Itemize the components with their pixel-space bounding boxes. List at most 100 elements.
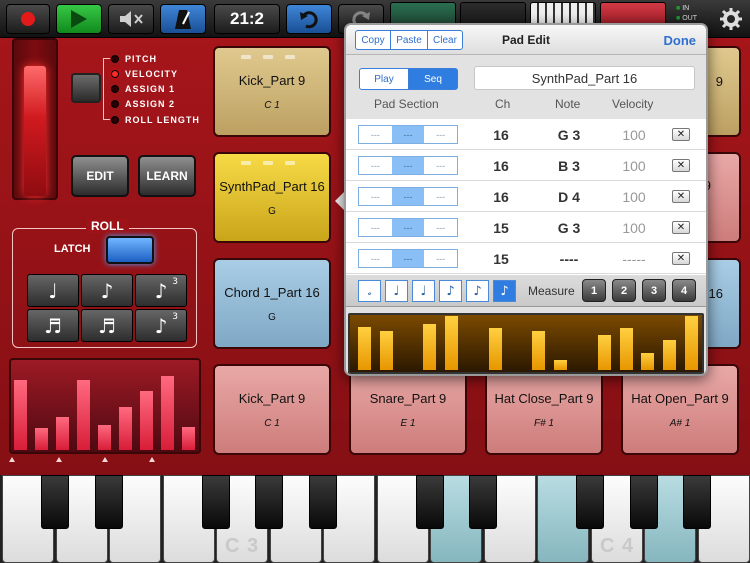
black-key[interactable] xyxy=(683,475,711,529)
mute-button[interactable] xyxy=(108,4,154,34)
pad-7[interactable]: Hat Open_Part 9 A# 1 xyxy=(621,364,739,455)
pad-section-selector[interactable]: --- --- --- xyxy=(358,218,458,237)
velocity-value[interactable]: 100 xyxy=(614,158,654,174)
delete-row-button[interactable]: ✕ xyxy=(672,128,690,141)
channel-value[interactable]: 16 xyxy=(486,189,516,205)
pad-section-selector[interactable]: --- --- --- xyxy=(358,125,458,144)
settings-button[interactable] xyxy=(716,4,746,34)
section-segment[interactable]: --- xyxy=(391,126,425,143)
learn-button[interactable]: LEARN xyxy=(138,155,196,197)
black-key[interactable] xyxy=(415,475,444,529)
step-bar[interactable] xyxy=(488,328,502,370)
latch-toggle[interactable] xyxy=(106,236,154,264)
pad-section-selector[interactable]: --- --- --- xyxy=(358,187,458,206)
step-bar[interactable] xyxy=(597,335,611,370)
section-segment[interactable]: --- xyxy=(424,126,457,143)
step-bar[interactable] xyxy=(554,360,568,370)
measure-button[interactable]: 2 xyxy=(612,279,636,302)
velocity-value[interactable]: 100 xyxy=(614,189,654,205)
roll-quarter-button[interactable]: ♩ xyxy=(27,274,79,307)
step-bar[interactable] xyxy=(685,316,698,370)
step-bar[interactable] xyxy=(663,340,677,370)
section-segment[interactable]: --- xyxy=(391,157,425,174)
delete-row-button[interactable]: ✕ xyxy=(672,221,690,234)
step-bar[interactable] xyxy=(641,353,655,370)
section-segment[interactable]: --- xyxy=(424,250,457,267)
expression-slider[interactable] xyxy=(12,38,58,200)
note-value[interactable]: G 3 xyxy=(546,220,592,236)
black-key[interactable] xyxy=(576,475,604,529)
step-bar[interactable] xyxy=(423,324,437,370)
black-key[interactable] xyxy=(629,475,658,529)
play-mode-tab[interactable]: Play xyxy=(359,68,409,90)
roll-eighth-button[interactable]: ♪ xyxy=(81,274,133,307)
pad-section-selector[interactable]: --- --- --- xyxy=(358,249,458,268)
note-value[interactable]: G 3 xyxy=(546,127,592,143)
black-key[interactable] xyxy=(41,475,69,529)
delete-row-button[interactable]: ✕ xyxy=(672,190,690,203)
channel-value[interactable]: 15 xyxy=(486,251,516,267)
param-assign-1[interactable]: ASSIGN 1 xyxy=(111,84,175,94)
step-bar[interactable] xyxy=(619,328,633,370)
channel-value[interactable]: 16 xyxy=(486,127,516,143)
note-value-button[interactable]: 𝅗 xyxy=(358,280,381,302)
note-value-button[interactable]: ♪ xyxy=(466,280,489,302)
undo-button[interactable] xyxy=(286,4,332,34)
black-key[interactable] xyxy=(201,475,230,529)
pad-5[interactable]: Snare_Part 9 E 1 xyxy=(349,364,467,455)
measure-button[interactable]: 3 xyxy=(642,279,666,302)
measure-button[interactable]: 1 xyxy=(582,279,606,302)
section-segment[interactable]: --- xyxy=(359,188,392,205)
section-segment[interactable]: --- xyxy=(359,126,392,143)
seq-mode-tab[interactable]: Seq xyxy=(408,68,458,90)
black-key[interactable] xyxy=(308,475,337,529)
edit-button[interactable]: EDIT xyxy=(71,155,129,197)
position-counter[interactable]: 21:2 xyxy=(214,4,280,34)
section-segment[interactable]: --- xyxy=(359,250,392,267)
roll-thirtysecond-button[interactable]: ♬ xyxy=(81,309,133,342)
paste-button[interactable]: Paste xyxy=(390,30,428,50)
channel-value[interactable]: 15 xyxy=(486,220,516,236)
pad-6[interactable]: Hat Close_Part 9 F# 1 xyxy=(485,364,603,455)
pad-1[interactable]: Kick_Part 9 C 1 xyxy=(213,46,331,137)
done-button[interactable]: Done xyxy=(664,33,697,48)
step-bar[interactable] xyxy=(532,331,546,370)
roll-sixteenth-button[interactable]: ♬ xyxy=(27,309,79,342)
assign-button[interactable] xyxy=(71,73,101,103)
pad-name-field[interactable]: SynthPad_Part 16 xyxy=(474,66,695,90)
section-segment[interactable]: --- xyxy=(391,250,425,267)
pad-4[interactable]: Kick_Part 9 C 1 xyxy=(213,364,331,455)
roll-eighth-triplet-button[interactable]: ♪ 3 xyxy=(135,274,187,307)
step-bar[interactable] xyxy=(445,316,459,370)
velocity-value[interactable]: 100 xyxy=(614,127,654,143)
copy-button[interactable]: Copy xyxy=(355,30,391,50)
channel-value[interactable]: 16 xyxy=(486,158,516,174)
piano-keyboard[interactable] xyxy=(0,475,750,563)
param-pitch[interactable]: PITCH xyxy=(111,54,157,64)
pad-3[interactable]: Chord 1_Part 16 G xyxy=(213,258,331,349)
black-key[interactable] xyxy=(469,475,497,529)
step-bar[interactable] xyxy=(358,327,371,370)
section-segment[interactable]: --- xyxy=(359,157,392,174)
note-value-button[interactable]: ♩ xyxy=(385,280,408,302)
roll-sixteenth-triplet-button[interactable]: ♪ 3 xyxy=(135,309,187,342)
pad-section-selector[interactable]: --- --- --- xyxy=(358,156,458,175)
param-velocity[interactable]: VELOCITY xyxy=(111,69,178,79)
metronome-button[interactable] xyxy=(160,4,206,34)
note-value-button[interactable]: ♪ xyxy=(493,280,516,302)
note-value[interactable]: D 4 xyxy=(546,189,592,205)
note-value[interactable]: B 3 xyxy=(546,158,592,174)
section-segment[interactable]: --- xyxy=(424,157,457,174)
note-value-button[interactable]: ♩ xyxy=(412,280,435,302)
section-segment[interactable]: --- xyxy=(424,188,457,205)
section-segment[interactable]: --- xyxy=(391,188,425,205)
play-button[interactable] xyxy=(56,4,102,34)
note-value-button[interactable]: ♪ xyxy=(439,280,462,302)
pad-2[interactable]: SynthPad_Part 16 G xyxy=(213,152,331,243)
delete-row-button[interactable]: ✕ xyxy=(672,159,690,172)
step-velocity-editor[interactable] xyxy=(348,313,704,374)
param-assign-2[interactable]: ASSIGN 2 xyxy=(111,99,175,109)
velocity-value[interactable]: ----- xyxy=(614,251,654,267)
step-bar[interactable] xyxy=(379,331,393,370)
param-roll-length[interactable]: ROLL LENGTH xyxy=(111,115,200,125)
